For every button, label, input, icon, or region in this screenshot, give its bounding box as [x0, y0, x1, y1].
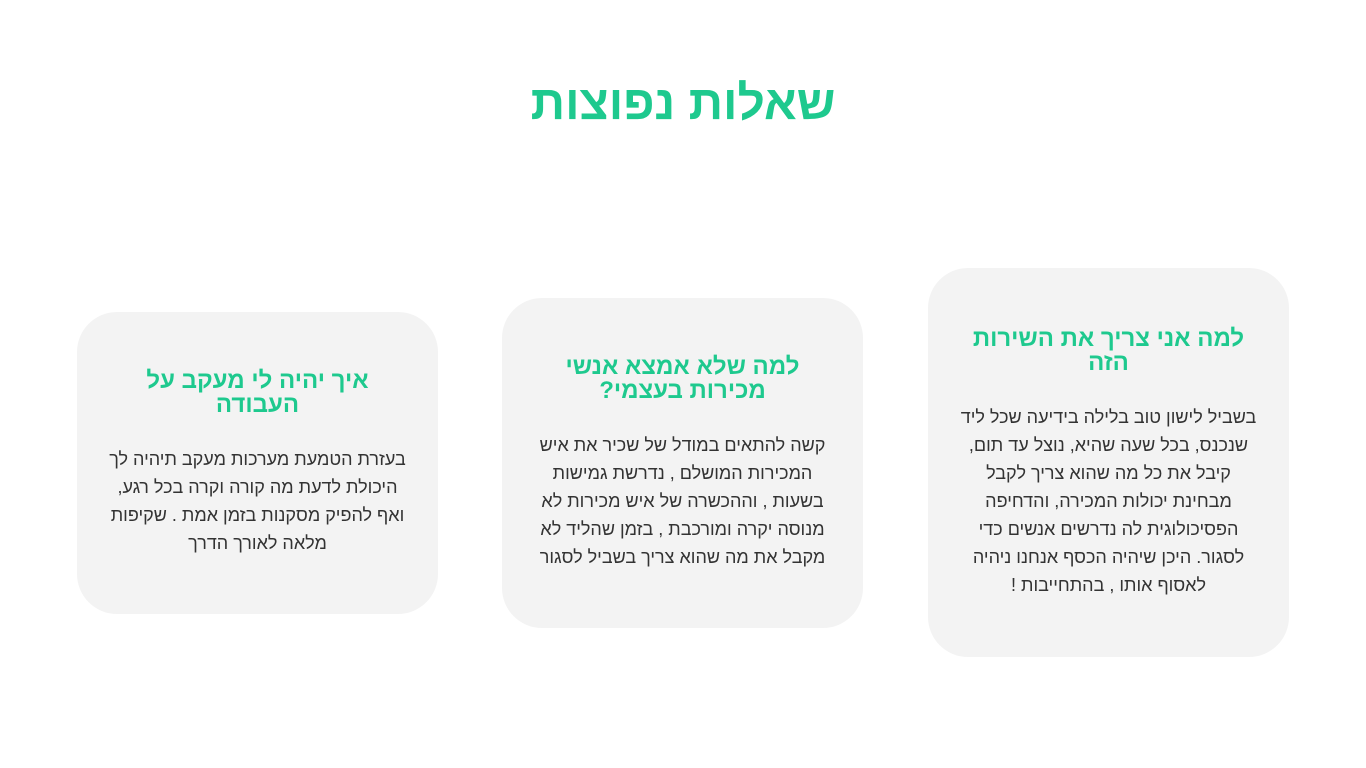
faq-card-title: למה שלא אמצא אנשי מכירות בעצמי? [565, 353, 800, 404]
faq-card-body: בשביל לישון טוב בלילה בידיעה שכל ליד שנכ… [960, 406, 1257, 595]
faq-card-service: למה אני צריך את השירות הזה בשביל לישון ט… [928, 268, 1289, 657]
faq-card-tracking: איך יהיה לי מעקב על העבודה בעזרת הטמעת מ… [77, 312, 438, 614]
faq-card-body: בעזרת הטמעת מערכות מעקב תיהיה לך היכולת … [109, 449, 406, 553]
faq-card-title: למה אני צריך את השירות הזה [972, 324, 1245, 376]
faq-card-body: קשה להתאים במודל של שכיר את איש המכירות … [539, 435, 826, 567]
faq-card-title: איך יהיה לי מעקב על העבודה [146, 367, 369, 418]
faq-card-salespeople: למה שלא אמצא אנשי מכירות בעצמי? קשה להתא… [502, 298, 863, 628]
page-title: שאלות נפוצות [530, 77, 836, 130]
faq-page: שאלות נפוצות למה אני צריך את השירות הזה … [0, 0, 1366, 768]
